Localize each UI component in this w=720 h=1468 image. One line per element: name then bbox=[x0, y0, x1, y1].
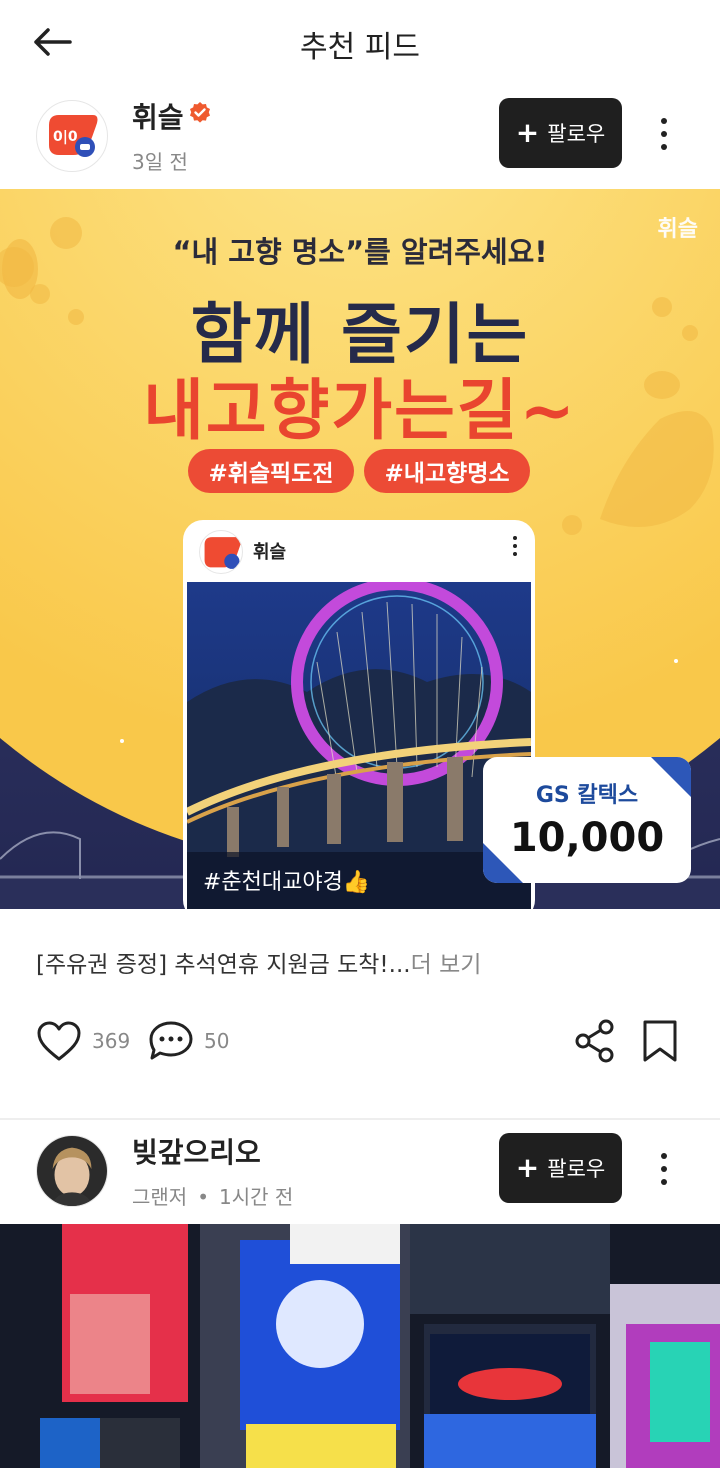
coupon-brand: GS 칼텍스 bbox=[535, 783, 639, 808]
plus-icon: + bbox=[515, 116, 540, 149]
post-meta: 그랜저 • 1시간 전 bbox=[132, 1181, 293, 1210]
bookmark-button[interactable] bbox=[642, 1015, 678, 1067]
post-caption-text: [주유권 증정] 추석연휴 지원금 도착!... bbox=[36, 952, 411, 978]
vertical-dots-icon bbox=[661, 1153, 667, 1159]
share-icon bbox=[575, 1019, 614, 1063]
verified-badge-icon bbox=[189, 102, 210, 123]
post-header: 빚갚으리오 그랜저 • 1시간 전 + 팔로우 bbox=[0, 1123, 720, 1223]
see-more-link[interactable]: 더 보기 bbox=[411, 952, 482, 978]
svg-text:0|0: 0|0 bbox=[53, 129, 78, 145]
author-avatar[interactable] bbox=[36, 1135, 108, 1207]
post-time: 3일 전 bbox=[132, 150, 188, 174]
follow-button[interactable]: + 팔로우 bbox=[499, 98, 622, 168]
coupon-card: GS 칼텍스 10,000 bbox=[483, 757, 691, 883]
author-car: 그랜저 bbox=[132, 1185, 188, 1209]
banner-tag: #휘슬픽도전 bbox=[188, 449, 354, 493]
whistle-logo-icon bbox=[204, 537, 242, 569]
coupon-amount: 10,000 bbox=[509, 815, 665, 861]
post-actions: 369 50 bbox=[0, 1015, 720, 1067]
post-banner-image[interactable]: 휘슬 “내 고향 명소”를 알려주세요! 함께 즐기는 내고향가는길~ #휘슬픽… bbox=[0, 189, 720, 909]
like-count: 369 bbox=[92, 1029, 131, 1053]
meta-separator: • bbox=[197, 1185, 209, 1209]
author-name[interactable]: 휘슬 bbox=[132, 96, 212, 136]
vertical-dots-icon bbox=[661, 118, 667, 124]
vertical-dots-icon bbox=[509, 536, 521, 566]
share-button[interactable] bbox=[574, 1015, 616, 1067]
post-time: 1시간 전 bbox=[219, 1185, 294, 1209]
card-avatar bbox=[199, 530, 243, 574]
post-divider bbox=[0, 1118, 720, 1120]
comment-count: 50 bbox=[204, 1029, 230, 1053]
heart-icon bbox=[37, 1021, 81, 1061]
banner-question: “내 고향 명소”를 알려주세요! bbox=[172, 235, 548, 269]
page-title: 추천 피드 bbox=[300, 30, 420, 65]
more-options-button[interactable] bbox=[646, 1141, 682, 1197]
author-name-text: 휘슬 bbox=[132, 101, 184, 134]
author-avatar[interactable]: 0|0 bbox=[36, 100, 108, 172]
follow-label: 팔로우 bbox=[547, 122, 606, 146]
card-caption: #춘천대교야경👍 bbox=[203, 870, 371, 895]
post-photo[interactable] bbox=[0, 1224, 720, 1468]
card-header: 휘슬 bbox=[183, 520, 535, 582]
like-button[interactable]: 369 bbox=[36, 1015, 130, 1067]
whistle-logo-icon: 0|0 bbox=[49, 115, 98, 157]
profile-photo bbox=[37, 1136, 107, 1206]
top-bar: 추천 피드 bbox=[0, 0, 720, 86]
banner-tag: #내고향명소 bbox=[364, 449, 530, 493]
speech-bubble-icon bbox=[149, 1021, 193, 1060]
bridge-photo: #춘천대교야경👍 bbox=[187, 582, 531, 909]
follow-button[interactable]: + 팔로우 bbox=[499, 1133, 622, 1203]
author-name[interactable]: 빚갚으리오 bbox=[132, 1131, 261, 1171]
banner-headline-2: 내고향가는길~ bbox=[143, 372, 577, 449]
plus-icon: + bbox=[515, 1151, 540, 1184]
post-caption[interactable]: [주유권 증정] 추석연휴 지원금 도착!...더 보기 bbox=[36, 945, 481, 979]
comment-button[interactable]: 50 bbox=[148, 1015, 229, 1067]
more-options-button[interactable] bbox=[646, 106, 682, 162]
post-header: 0|0 휘슬 3일 전 + 팔로우 bbox=[0, 88, 720, 188]
card-author: 휘슬 bbox=[253, 542, 287, 563]
bookmark-icon bbox=[643, 1020, 677, 1062]
follow-label: 팔로우 bbox=[547, 1157, 606, 1181]
city-billboards-photo bbox=[0, 1224, 720, 1468]
